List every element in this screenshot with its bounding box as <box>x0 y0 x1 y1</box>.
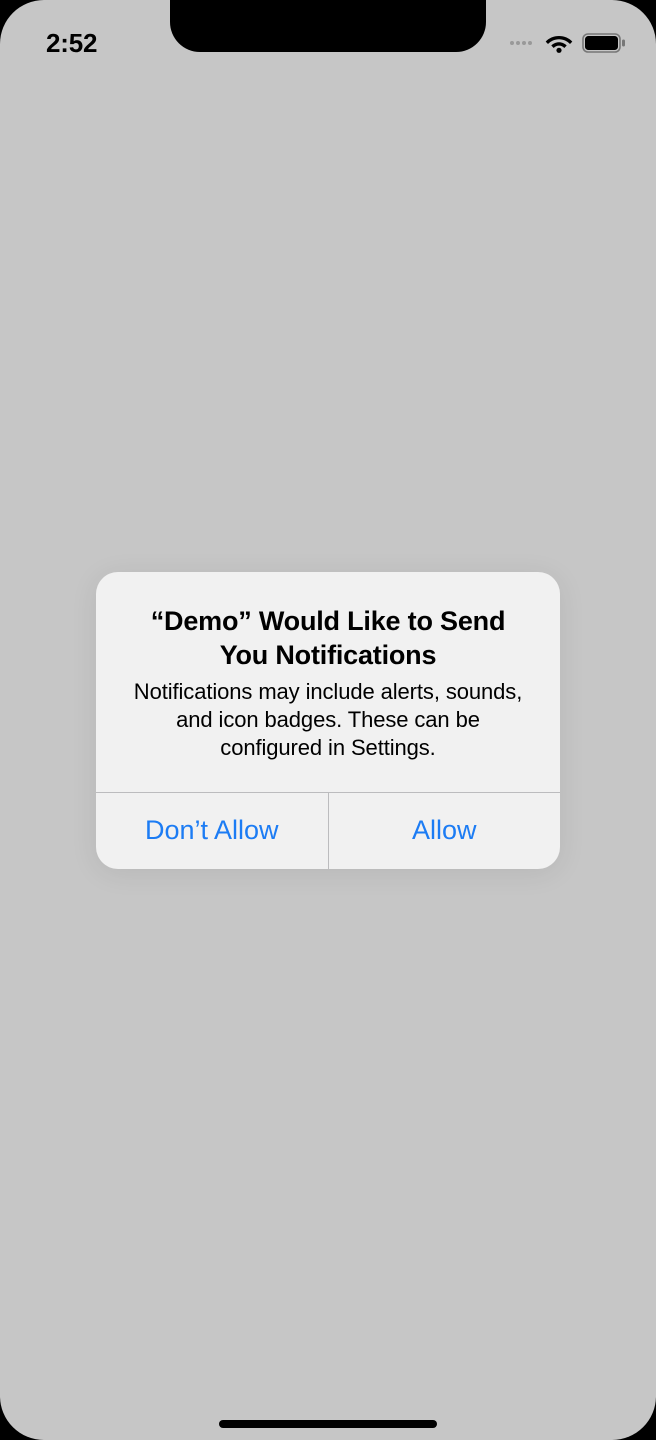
notification-permission-alert: “Demo” Would Like to Send You Notificati… <box>96 572 560 869</box>
battery-icon <box>582 33 626 53</box>
alert-buttons: Don’t Allow Allow <box>96 792 560 869</box>
cellular-dots-icon <box>510 41 532 45</box>
alert-body: “Demo” Would Like to Send You Notificati… <box>96 572 560 792</box>
alert-message: Notifications may include alerts, sounds… <box>124 678 532 762</box>
device-frame: 2:52 <box>0 0 656 1440</box>
wifi-icon <box>545 33 573 53</box>
alert-backdrop: “Demo” Would Like to Send You Notificati… <box>0 0 656 1440</box>
status-time: 2:52 <box>46 12 97 59</box>
allow-button[interactable]: Allow <box>328 793 561 869</box>
alert-title: “Demo” Would Like to Send You Notificati… <box>124 604 532 672</box>
screen: 2:52 <box>0 0 656 1440</box>
home-indicator[interactable] <box>219 1420 437 1428</box>
dont-allow-button[interactable]: Don’t Allow <box>96 793 328 869</box>
status-indicators <box>510 17 626 53</box>
notch <box>170 0 486 52</box>
